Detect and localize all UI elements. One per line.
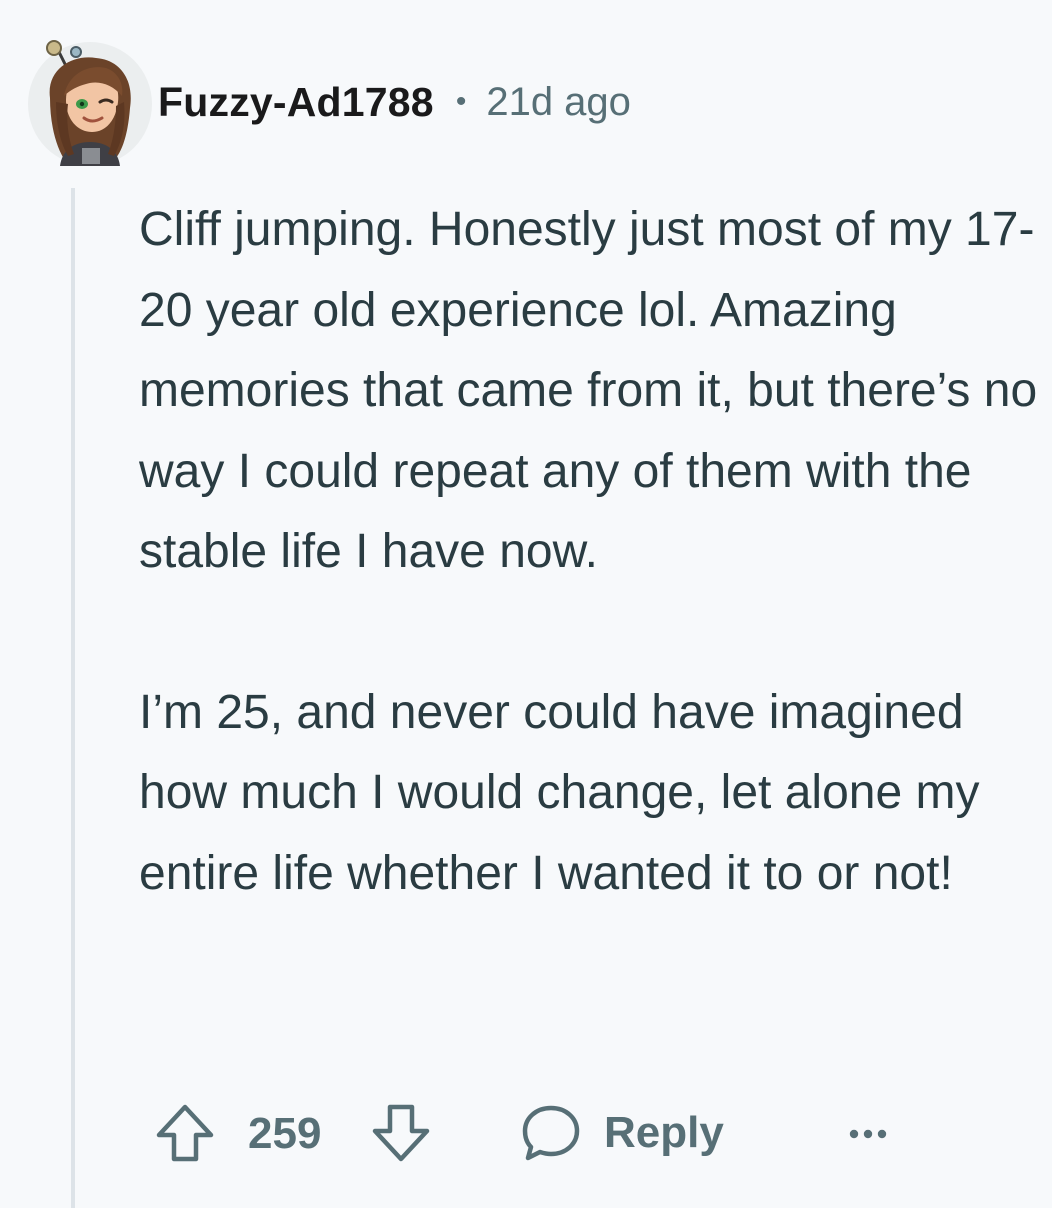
user-avatar[interactable] bbox=[26, 38, 154, 166]
comment-paragraph: I’m 25, and never could have imagined ho… bbox=[139, 685, 980, 900]
thread-line[interactable] bbox=[71, 188, 75, 1208]
reply-label: Reply bbox=[604, 1108, 724, 1157]
comment-paragraph: Cliff jumping. Honestly just most of my … bbox=[139, 203, 1038, 578]
comment-body: Cliff jumping. Honestly just most of my … bbox=[139, 190, 1039, 914]
more-options-button[interactable] bbox=[838, 1100, 898, 1166]
timestamp[interactable]: 21d ago bbox=[486, 80, 631, 125]
vote-score: 259 bbox=[248, 1109, 322, 1158]
downvote-button[interactable] bbox=[368, 1100, 434, 1166]
comment-action-bar: 259 Reply bbox=[0, 1096, 1052, 1172]
comment-header: Fuzzy-Ad1788 • 21d ago bbox=[158, 72, 631, 132]
meta-separator: • bbox=[455, 85, 467, 118]
reply-button[interactable]: Reply bbox=[520, 1100, 724, 1166]
ellipsis-icon bbox=[849, 1129, 887, 1139]
arrow-up-outline-icon bbox=[156, 1104, 214, 1162]
arrow-down-outline-icon bbox=[372, 1104, 430, 1162]
speech-bubble-icon bbox=[522, 1105, 580, 1161]
upvote-button[interactable] bbox=[152, 1100, 218, 1166]
username-link[interactable]: Fuzzy-Ad1788 bbox=[158, 79, 434, 126]
